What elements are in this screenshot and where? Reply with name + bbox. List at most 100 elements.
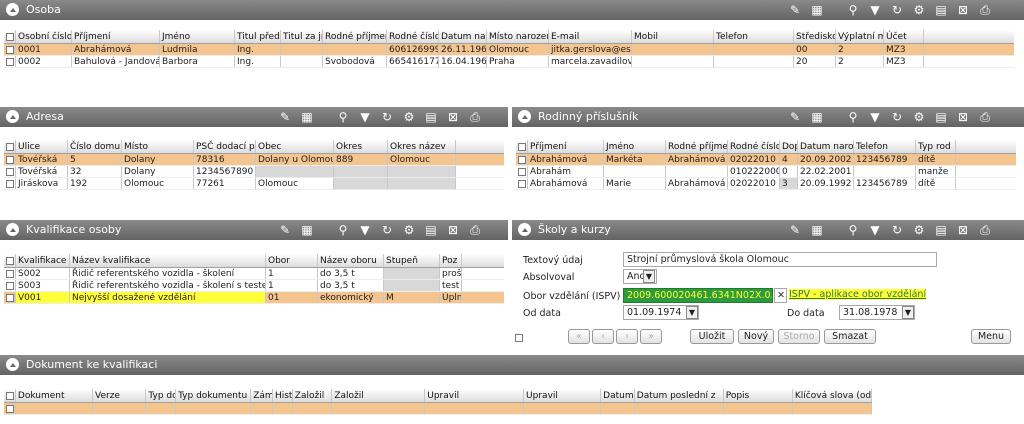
column-header[interactable]: Dokument <box>16 389 93 402</box>
column-header[interactable]: Datum poslední z <box>635 389 724 402</box>
column-header[interactable]: Místo <box>122 140 194 153</box>
column-header[interactable]: Místo narození <box>487 30 549 43</box>
table-row[interactable]: Abrahám 010222000 0 22.02.2001 manže <box>516 166 1016 178</box>
chevron-down-icon[interactable]: ▼ <box>643 270 655 283</box>
collapse-icon[interactable] <box>518 110 531 123</box>
checkbox-cell[interactable] <box>4 292 16 303</box>
refresh-icon[interactable]: ↻ <box>376 220 398 240</box>
column-header[interactable]: Upravil <box>425 389 525 402</box>
print-icon[interactable]: ⎙ <box>464 107 486 127</box>
ispv-link[interactable]: ISPV - aplikace obor vzdělání <box>789 289 927 300</box>
checkbox-cell[interactable] <box>516 178 528 189</box>
excel-icon[interactable]: ⊠ <box>952 107 974 127</box>
refresh-icon[interactable]: ↻ <box>886 0 908 20</box>
user-settings-icon[interactable]: ⚙ <box>908 0 930 20</box>
row-checkbox[interactable] <box>6 392 14 400</box>
column-header[interactable]: Jméno <box>604 140 666 153</box>
filter-icon[interactable]: ▼ <box>864 0 886 20</box>
collapse-icon[interactable] <box>6 110 19 123</box>
first-record-button[interactable]: « <box>568 329 590 344</box>
table-row[interactable]: 0001 Abrahámová Ludmila Ing. 606126999 26.11.… <box>4 44 1014 56</box>
column-header[interactable]: Mobil <box>632 30 714 43</box>
column-header[interactable]: Telefon <box>714 30 794 43</box>
filter-icon[interactable]: ▼ <box>354 107 376 127</box>
column-header[interactable]: Obor <box>266 254 318 267</box>
column-header[interactable]: E-mail <box>549 30 632 43</box>
chevron-down-icon[interactable]: ▼ <box>902 306 914 319</box>
checkbox-cell[interactable] <box>4 254 16 267</box>
column-header[interactable]: Rodné příjmení <box>323 30 387 43</box>
row-checkbox[interactable] <box>6 405 14 413</box>
table-row[interactable]: Abrahámová Markéta Abrahámová 02022010 4 20.0… <box>516 154 1016 166</box>
checkbox-cell[interactable] <box>516 154 528 165</box>
column-header[interactable]: Jméno <box>160 30 235 43</box>
column-header[interactable]: Výplatní míst <box>836 30 884 43</box>
textovy-input[interactable]: Strojní průmyslová škola Olomouc <box>623 252 937 267</box>
row-checkbox[interactable] <box>6 46 14 54</box>
column-header[interactable]: Typ dokumentu <box>176 389 252 402</box>
column-header[interactable]: Název oboru <box>318 254 384 267</box>
column-header[interactable]: Založil <box>332 389 426 402</box>
search-icon[interactable]: ⚲ <box>332 220 354 240</box>
excel-icon[interactable]: ⊠ <box>442 107 464 127</box>
collapse-icon[interactable] <box>6 3 19 16</box>
column-header[interactable]: Obec <box>256 140 334 153</box>
column-header[interactable]: Ulice <box>16 140 68 153</box>
column-header[interactable]: Popis <box>724 389 793 402</box>
row-checkbox[interactable] <box>518 143 526 151</box>
column-header[interactable]: Typ rod <box>916 140 956 153</box>
print-icon[interactable]: ⎙ <box>974 0 996 20</box>
refresh-icon[interactable]: ↻ <box>376 107 398 127</box>
checkbox-cell[interactable] <box>4 178 16 189</box>
row-checkbox[interactable] <box>6 58 14 66</box>
column-header[interactable]: Rodné příjmení <box>666 140 728 153</box>
column-header[interactable]: Datum narozen <box>798 140 854 153</box>
checkbox-cell[interactable] <box>516 166 528 177</box>
novy-button[interactable]: Nový <box>738 329 774 344</box>
document-icon[interactable]: ▤ <box>420 107 442 127</box>
collapse-icon[interactable] <box>6 358 19 371</box>
column-header[interactable]: Datum naroz <box>439 30 487 43</box>
row-checkbox[interactable] <box>518 156 526 164</box>
column-header[interactable]: Dopl <box>780 140 798 153</box>
user-settings-icon[interactable]: ⚙ <box>908 107 930 127</box>
column-header[interactable]: Verze <box>93 389 147 402</box>
column-header[interactable]: Název kvalifikace <box>70 254 266 267</box>
column-header[interactable]: Číslo domu <box>68 140 122 153</box>
checkbox-cell[interactable] <box>4 30 16 43</box>
column-header[interactable]: Založil <box>293 389 333 402</box>
column-header[interactable]: Osobní číslo <box>16 30 72 43</box>
search-icon[interactable]: ⚲ <box>332 107 354 127</box>
clear-icon[interactable]: ✕ <box>774 288 787 303</box>
column-header[interactable]: Upravil <box>524 389 602 402</box>
obor-input[interactable]: 2009.600020461.6341N02X.0.4942 <box>623 288 773 303</box>
table-row[interactable] <box>4 403 872 415</box>
column-header[interactable]: Poz <box>440 254 462 267</box>
row-checkbox[interactable] <box>6 33 14 41</box>
table-row[interactable]: S003 Řidič referentského vozidla - školen… <box>4 280 504 292</box>
search-icon[interactable]: ⚲ <box>842 0 864 20</box>
document-icon[interactable]: ▤ <box>420 220 442 240</box>
document-icon[interactable]: ▤ <box>930 107 952 127</box>
table-icon[interactable]: ▦ <box>806 0 828 20</box>
storno-button[interactable]: Storno <box>778 329 820 344</box>
excel-icon[interactable]: ⊠ <box>952 0 974 20</box>
prev-record-button[interactable]: ‹ <box>592 329 614 344</box>
next-record-button[interactable]: › <box>616 329 638 344</box>
ulozit-button[interactable]: Uložit <box>690 329 734 344</box>
table-row[interactable]: Tovéřská5Dolany78316Dolany u Olomouce889… <box>4 154 504 166</box>
row-checkbox[interactable] <box>6 180 14 188</box>
row-checkbox[interactable] <box>6 282 14 290</box>
user-settings-icon[interactable]: ⚙ <box>398 107 420 127</box>
column-header[interactable]: Datum v <box>601 389 635 402</box>
document-icon[interactable]: ▤ <box>930 0 952 20</box>
last-record-button[interactable]: » <box>640 329 662 344</box>
table-row[interactable]: Abrahámová Marie Abrahámová 02022010 3 20.09.… <box>516 178 1016 190</box>
column-header[interactable]: Telefon <box>854 140 916 153</box>
column-header[interactable]: Příjmení <box>528 140 604 153</box>
checkbox-cell[interactable] <box>4 403 16 414</box>
column-header[interactable]: Klíčová slova (odd <box>793 389 872 402</box>
print-icon[interactable]: ⎙ <box>974 107 996 127</box>
row-checkbox[interactable] <box>518 180 526 188</box>
menu-button[interactable]: Menu <box>971 329 1011 344</box>
